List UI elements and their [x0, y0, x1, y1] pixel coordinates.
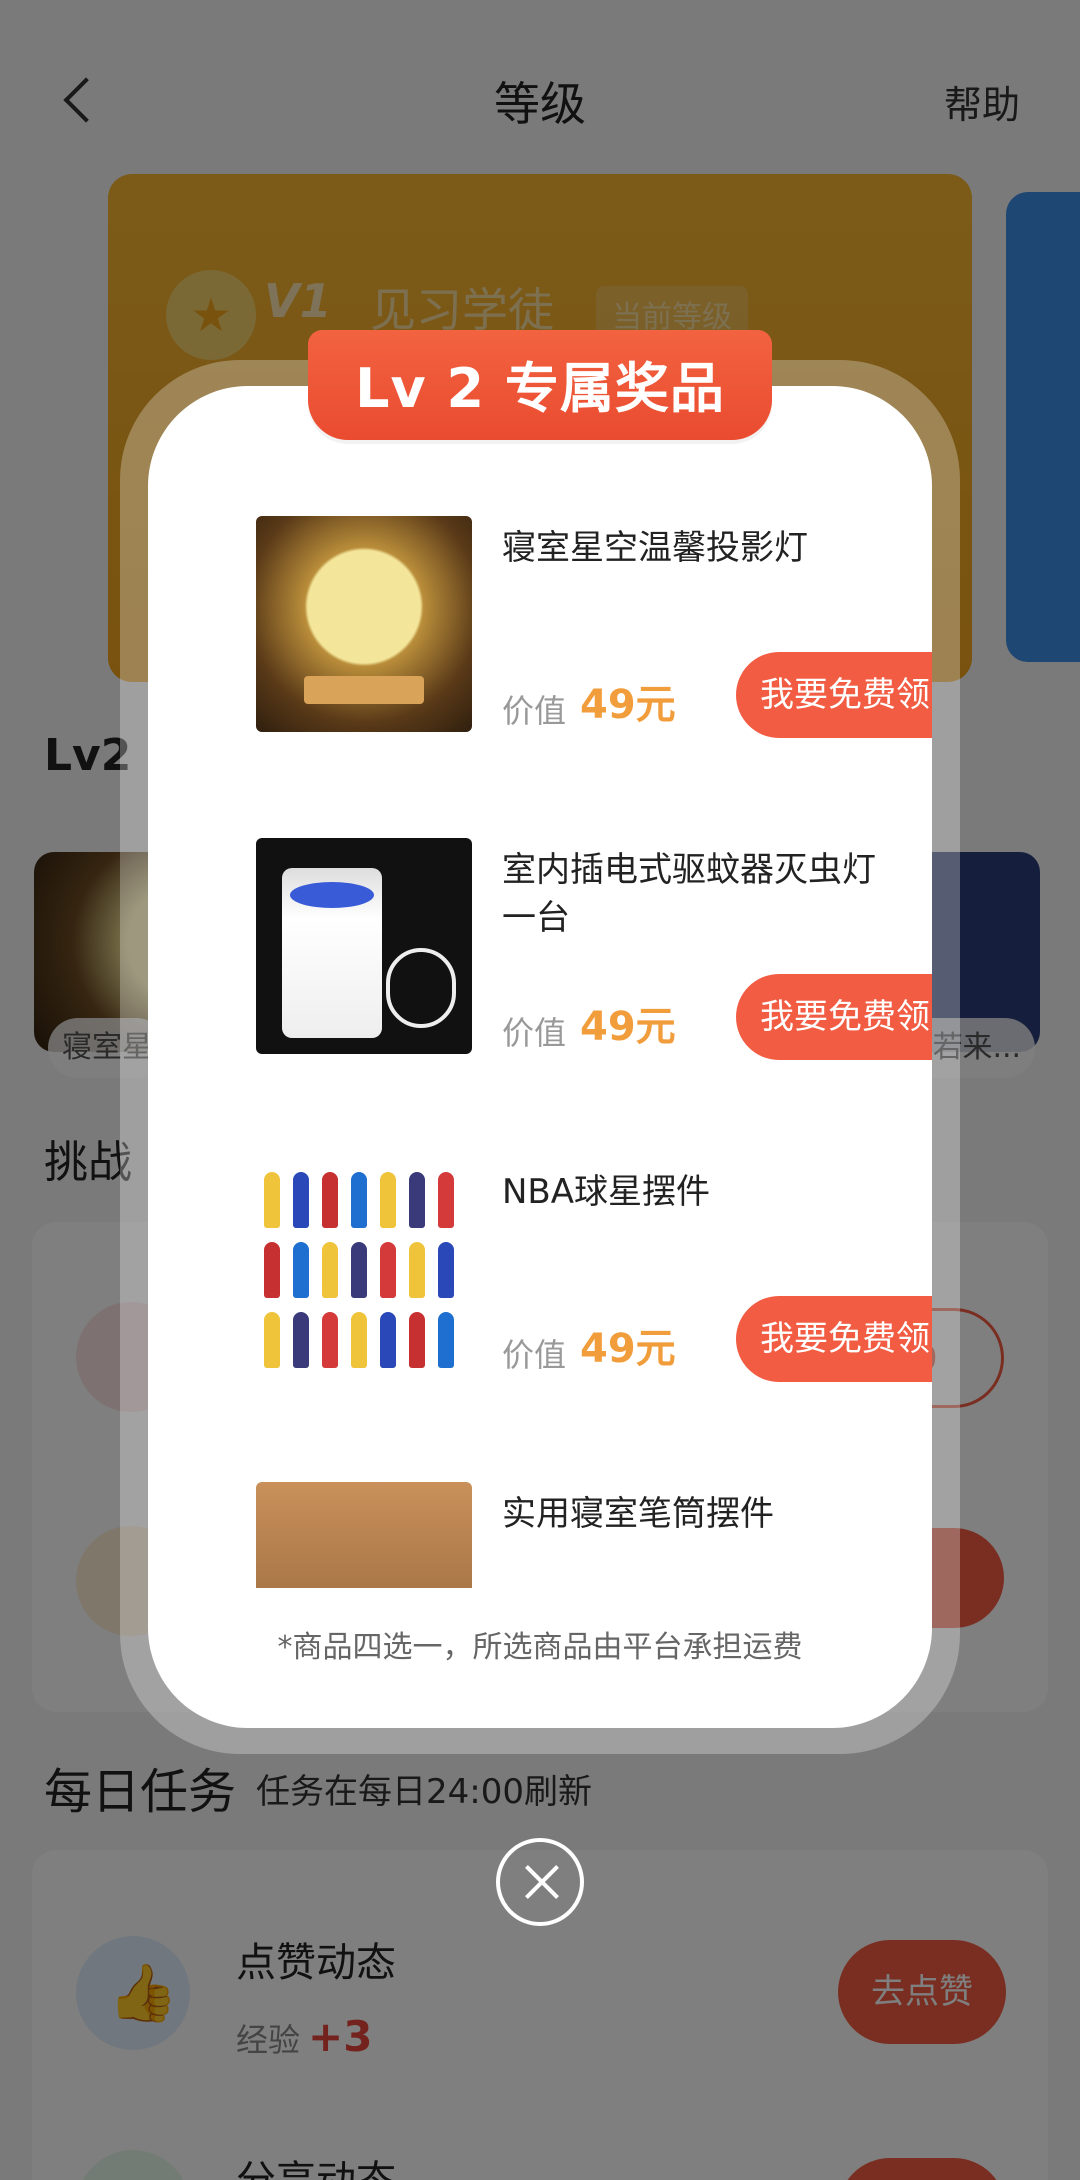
figurine	[351, 1312, 367, 1368]
figurine	[293, 1172, 309, 1228]
figurine	[438, 1242, 454, 1298]
figurine	[438, 1172, 454, 1228]
modal-note: *商品四选一，所选商品由平台承担运费	[277, 1630, 803, 1665]
prize-name: 室内插电式驱蚊器灭虫灯一台	[502, 850, 876, 938]
figurine	[409, 1172, 425, 1228]
figurine	[438, 1312, 454, 1368]
prize-name: 寝室星空温馨投影灯	[502, 528, 808, 568]
prize-list[interactable]: 寝室星空温馨投影灯 价值 49元 我要免费领 室内插电式驱蚊器灭虫灯一台 价值 …	[148, 500, 932, 1588]
prize-card: 实用寝室笔筒摆件	[208, 1466, 868, 1588]
figurine	[264, 1242, 280, 1298]
close-icon[interactable]	[496, 1838, 584, 1926]
prize-value-label: 价值	[502, 1336, 567, 1374]
prize-name: 实用寝室笔筒摆件	[502, 1494, 774, 1534]
figurine	[264, 1312, 280, 1368]
figurine	[293, 1242, 309, 1298]
figurine	[380, 1242, 396, 1298]
claim-button[interactable]: 我要免费领	[736, 974, 932, 1060]
modal-title: Lv 2 专属奖品	[355, 357, 725, 420]
claim-button[interactable]: 我要免费领	[736, 652, 932, 738]
figurine	[322, 1172, 338, 1228]
prize-value: 49元	[580, 1004, 676, 1050]
figurine	[293, 1312, 309, 1368]
prize-value-label: 价值	[502, 1014, 567, 1052]
claim-button[interactable]: 我要免费领	[736, 1296, 932, 1382]
figurine	[409, 1242, 425, 1298]
prize-card: 寝室星空温馨投影灯 价值 49元 我要免费领	[208, 500, 932, 744]
lamp-product-image	[256, 516, 472, 732]
figurine	[380, 1312, 396, 1368]
figurine	[380, 1172, 396, 1228]
modal-title-ribbon: Lv 2 专属奖品	[308, 330, 772, 440]
nba-figures-product-image	[256, 1160, 472, 1376]
figurine	[322, 1312, 338, 1368]
figurine	[264, 1172, 280, 1228]
figurine	[351, 1242, 367, 1298]
prize-value-label: 价值	[502, 692, 567, 730]
pen-holder-product-image	[256, 1482, 472, 1588]
prize-value: 49元	[580, 1326, 676, 1372]
prize-name: NBA球星摆件	[502, 1172, 711, 1212]
prize-value: 49元	[580, 682, 676, 728]
figurine	[322, 1242, 338, 1298]
figurine	[409, 1312, 425, 1368]
prize-card: NBA球星摆件 价值 49元 我要免费领	[208, 1144, 932, 1388]
figurine	[351, 1172, 367, 1228]
prize-card: 室内插电式驱蚊器灭虫灯一台 价值 49元 我要免费领	[208, 822, 932, 1066]
mosquito-killer-product-image	[256, 838, 472, 1054]
